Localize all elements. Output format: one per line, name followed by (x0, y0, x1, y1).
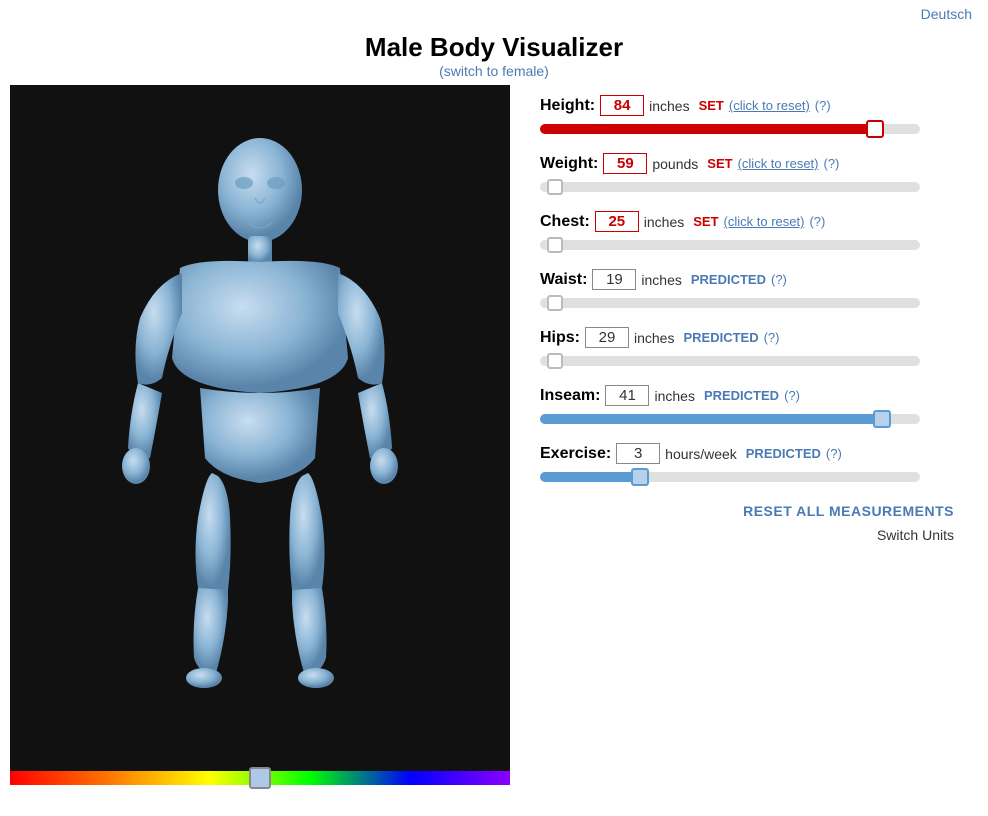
inseam-help-link[interactable]: (?) (784, 388, 800, 403)
height-reset-link[interactable]: (click to reset) (729, 98, 810, 113)
hips-label: Hips: (540, 329, 580, 347)
body-figure-svg (100, 118, 420, 738)
exercise-help-link[interactable]: (?) (826, 446, 842, 461)
inseam-predicted-label: PREDICTED (704, 388, 779, 403)
exercise-unit: hours/week (665, 446, 737, 462)
weight-reset-link[interactable]: (click to reset) (738, 156, 819, 171)
exercise-control: Exercise: hours/week PREDICTED (?) (540, 443, 958, 487)
waist-control: Waist: inches PREDICTED (?) (540, 269, 958, 313)
hips-control: Hips: inches PREDICTED (?) (540, 327, 958, 371)
waist-unit: inches (641, 272, 681, 288)
weight-help-link[interactable]: (?) (824, 156, 840, 171)
chest-label: Chest: (540, 213, 590, 231)
controls-panel: Height: inches SET (click to reset) (?) … (510, 85, 978, 553)
hips-slider[interactable] (540, 356, 920, 366)
height-help-link[interactable]: (?) (815, 98, 831, 113)
chest-unit: inches (644, 214, 684, 230)
reset-all-button[interactable]: RESET ALL MEASUREMENTS (743, 503, 954, 519)
height-unit: inches (649, 98, 689, 114)
inseam-control: Inseam: inches PREDICTED (?) (540, 385, 958, 429)
weight-value-input[interactable] (603, 153, 647, 174)
exercise-slider[interactable] (540, 472, 920, 482)
inseam-unit: inches (654, 388, 694, 404)
height-slider[interactable] (540, 124, 920, 134)
waist-value-input[interactable] (592, 269, 636, 290)
hips-help-link[interactable]: (?) (764, 330, 780, 345)
inseam-slider[interactable] (540, 414, 920, 424)
gender-switch-link[interactable]: (switch to female) (439, 63, 549, 79)
waist-predicted-label: PREDICTED (691, 272, 766, 287)
language-link[interactable]: Deutsch (921, 6, 972, 22)
weight-label: Weight: (540, 155, 598, 173)
hips-predicted-label: PREDICTED (683, 330, 758, 345)
page-title: Male Body Visualizer (0, 32, 988, 63)
hips-unit: inches (634, 330, 674, 346)
waist-help-link[interactable]: (?) (771, 272, 787, 287)
hips-value-input[interactable] (585, 327, 629, 348)
chest-set-label: SET (693, 214, 718, 229)
chest-control: Chest: inches SET (click to reset) (?) (540, 211, 958, 255)
exercise-label: Exercise: (540, 445, 611, 463)
height-value-input[interactable] (600, 95, 644, 116)
body-visualizer (10, 85, 510, 785)
weight-control: Weight: pounds SET (click to reset) (?) (540, 153, 958, 197)
chest-reset-link[interactable]: (click to reset) (724, 214, 805, 229)
top-right-bar: Deutsch (0, 0, 988, 24)
inseam-value-input[interactable] (605, 385, 649, 406)
inseam-label: Inseam: (540, 387, 600, 405)
weight-set-label: SET (707, 156, 732, 171)
chest-help-link[interactable]: (?) (809, 214, 825, 229)
rainbow-bar[interactable] (10, 771, 510, 785)
height-control: Height: inches SET (click to reset) (?) (540, 95, 958, 139)
weight-slider[interactable] (540, 182, 920, 192)
weight-unit: pounds (652, 156, 698, 172)
bottom-controls: RESET ALL MEASUREMENTS Switch Units (540, 503, 958, 543)
height-set-label: SET (699, 98, 724, 113)
switch-units-button[interactable]: Switch Units (877, 527, 954, 543)
height-label: Height: (540, 97, 595, 115)
chest-slider[interactable] (540, 240, 920, 250)
exercise-predicted-label: PREDICTED (746, 446, 821, 461)
exercise-value-input[interactable] (616, 443, 660, 464)
rainbow-thumb[interactable] (249, 767, 271, 789)
header: Male Body Visualizer (switch to female) (0, 24, 988, 85)
chest-value-input[interactable] (595, 211, 639, 232)
waist-label: Waist: (540, 271, 587, 289)
waist-slider[interactable] (540, 298, 920, 308)
